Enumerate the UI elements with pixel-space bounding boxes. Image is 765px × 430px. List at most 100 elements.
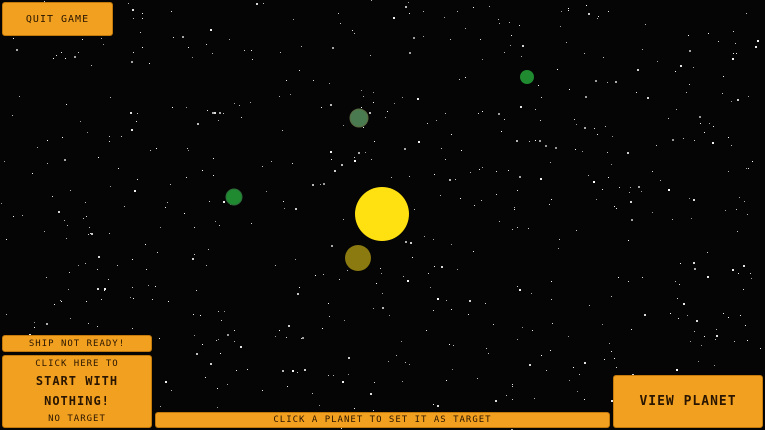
- star: [340, 23, 341, 24]
- star: [757, 40, 759, 42]
- star: [297, 372, 298, 373]
- star: [514, 207, 515, 208]
- star: [200, 315, 201, 316]
- star: [549, 204, 550, 205]
- star: [512, 399, 513, 400]
- star: [370, 393, 372, 395]
- star: [748, 96, 749, 97]
- star: [745, 325, 746, 326]
- star: [446, 300, 447, 301]
- star: [506, 395, 507, 396]
- star: [691, 218, 692, 219]
- star: [453, 345, 454, 346]
- star: [555, 147, 557, 149]
- star: [512, 229, 513, 230]
- star: [302, 337, 304, 339]
- star: [219, 225, 220, 226]
- star: [402, 381, 403, 382]
- star: [517, 286, 518, 287]
- planet-grey-green[interactable]: [349, 108, 369, 128]
- star: [262, 390, 263, 391]
- star: [676, 109, 677, 110]
- star: [750, 273, 751, 274]
- star: [588, 175, 589, 176]
- star: [589, 305, 590, 306]
- star: [426, 330, 427, 331]
- star: [216, 340, 217, 341]
- star: [145, 244, 146, 245]
- star: [723, 76, 724, 77]
- star: [690, 341, 691, 342]
- star: [489, 6, 490, 7]
- star: [165, 381, 167, 383]
- star: [323, 183, 325, 185]
- star: [146, 269, 147, 270]
- star: [417, 98, 419, 100]
- star: [373, 308, 374, 309]
- star: [387, 111, 388, 112]
- star: [207, 110, 208, 111]
- star: [532, 330, 533, 331]
- star: [91, 65, 92, 66]
- planet-olive[interactable]: [345, 245, 371, 271]
- star: [528, 228, 529, 229]
- star: [85, 202, 86, 203]
- star: [315, 275, 316, 276]
- start-action-line2: NOTHING!: [44, 394, 110, 408]
- star: [6, 314, 7, 315]
- star: [133, 298, 134, 299]
- star: [755, 46, 757, 48]
- star: [723, 313, 724, 314]
- star: [286, 80, 287, 81]
- star: [374, 141, 375, 142]
- star: [137, 179, 138, 180]
- star: [44, 231, 45, 232]
- sun[interactable]: [355, 187, 409, 241]
- star: [696, 320, 698, 322]
- star: [391, 177, 392, 178]
- star: [16, 49, 18, 51]
- star: [227, 384, 228, 385]
- star: [517, 339, 518, 340]
- star: [66, 238, 67, 239]
- star: [344, 320, 345, 321]
- star: [733, 53, 734, 54]
- quit-game-button[interactable]: QUIT GAME: [2, 2, 113, 36]
- star: [262, 166, 263, 167]
- star: [128, 3, 129, 4]
- star: [338, 13, 339, 14]
- view-planet-button[interactable]: VIEW PLANET: [613, 375, 763, 428]
- star: [333, 375, 334, 376]
- star: [220, 353, 221, 354]
- star: [430, 287, 431, 288]
- star: [678, 318, 679, 319]
- star: [459, 79, 460, 80]
- star: [652, 212, 653, 213]
- star: [12, 115, 13, 116]
- star: [693, 262, 695, 264]
- star: [428, 273, 429, 274]
- planet-green-top-right[interactable]: [520, 70, 534, 84]
- star: [224, 311, 225, 312]
- star: [514, 209, 515, 210]
- star: [196, 353, 198, 355]
- start-with-nothing-button[interactable]: CLICK HERE TO START WITH NOTHING! NO TAR…: [2, 355, 152, 428]
- star: [716, 335, 718, 337]
- star: [689, 50, 691, 52]
- star: [477, 378, 478, 379]
- star: [672, 139, 674, 141]
- star: [354, 408, 355, 409]
- star: [744, 201, 745, 202]
- star: [529, 141, 530, 142]
- star: [101, 38, 102, 39]
- star: [46, 323, 48, 325]
- star: [354, 157, 355, 158]
- star: [319, 405, 320, 406]
- star: [418, 141, 420, 143]
- planet-green-left[interactable]: [225, 188, 243, 206]
- star: [109, 233, 110, 234]
- star: [62, 137, 63, 138]
- star: [541, 355, 542, 356]
- star: [132, 259, 133, 260]
- star: [266, 191, 267, 192]
